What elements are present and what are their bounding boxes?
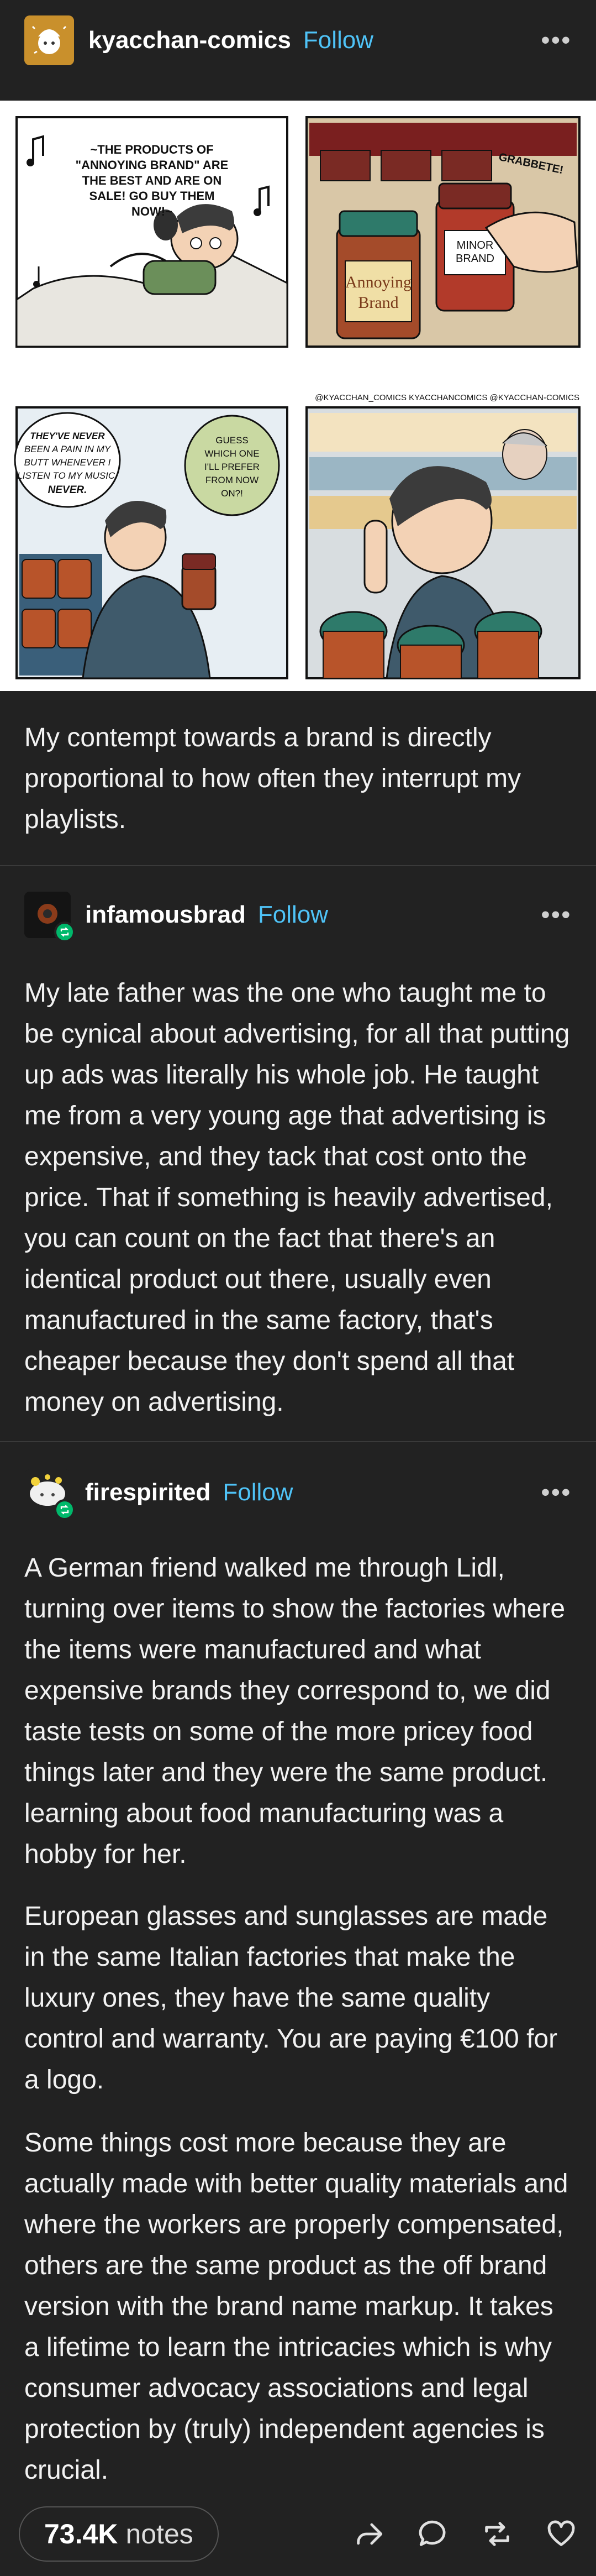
post-body-infamousbrad: My late father was the one who taught me… [24, 978, 570, 1417]
post-header-kyacchan: kyacchan-comics Follow ••• [0, 0, 596, 80]
avatar-firespirited-wrap[interactable] [24, 1469, 75, 1520]
panel1-caption-line4: SALE! GO BUY THEM [89, 189, 215, 203]
divider-1 [0, 865, 596, 866]
post-footer: 73.4K notes [0, 2491, 596, 2576]
post-actions [353, 2518, 577, 2550]
post-body-firespirited-p1: A German friend walked me through Lidl, … [24, 1553, 566, 1869]
panel3-bubble1-line1: THEY'VE NEVER [30, 431, 105, 441]
panel3-bubble1-line2: BEEN A PAIN IN MY [24, 444, 112, 454]
post-body-firespirited-p2: European glasses and sunglasses are made… [24, 1902, 558, 2095]
comic-image[interactable]: ~THE PRODUCTS OF "ANNOYING BRAND" ARE TH… [0, 101, 596, 691]
panel3-bubble1-line4: LISTEN TO MY MUSIC. [17, 470, 118, 481]
post-header-infamousbrad: infamousbrad Follow ••• [0, 876, 596, 954]
panel3-bubble2-line1: GUESS [215, 435, 249, 446]
comic-art: ~THE PRODUCTS OF "ANNOYING BRAND" ARE TH… [0, 101, 596, 691]
panel1-caption-line3: THE BEST AND ARE ON [82, 174, 222, 187]
panel2-minor-label-line2: BRAND [456, 253, 494, 265]
more-options-icon[interactable]: ••• [541, 28, 572, 53]
reblog-badge-icon [54, 1499, 75, 1520]
panel1-caption-line1: ~THE PRODUCTS OF [90, 143, 213, 156]
panel3-bubble2-line3: I'LL PREFER [204, 462, 260, 472]
follow-button-infamousbrad[interactable]: Follow [258, 901, 328, 929]
more-options-icon[interactable]: ••• [541, 903, 572, 927]
panel3-bubble2-line4: FROM NOW [205, 475, 259, 485]
follow-button-kyacchan[interactable]: Follow [303, 27, 373, 54]
panel1-caption-line5: NOW!~ [131, 205, 172, 218]
username-kyacchan[interactable]: kyacchan-comics [88, 27, 291, 54]
comic-credits: @KYACCHAN_COMICS KYACCHANCOMICS @KYACCHA… [315, 393, 579, 402]
notes-button[interactable]: 73.4K notes [19, 2506, 219, 2562]
panel3-bubble1-line3: BUTT WHENEVER I [24, 457, 111, 468]
avatar-kyacchan[interactable] [24, 15, 74, 65]
reply-icon[interactable] [417, 2518, 449, 2550]
post-header-firespirited: firespirited Follow ••• [0, 1454, 596, 1531]
post-body-kyacchan: My contempt towards a brand is directly … [24, 723, 521, 834]
panel3-bubble2-line2: WHICH ONE [204, 448, 259, 459]
notes-label: notes [125, 2518, 193, 2549]
avatar-kyacchan-art [24, 15, 74, 65]
comic-panel-4 [305, 406, 581, 679]
reblog-icon[interactable] [481, 2518, 513, 2550]
panel2-annoying-label-line1: Annoying [345, 273, 412, 291]
panel3-bubble2-line5: ON?! [221, 488, 243, 499]
panel3-bubble1-line5: NEVER. [48, 484, 87, 496]
avatar-infamousbrad-wrap[interactable] [24, 892, 75, 943]
username-firespirited[interactable]: firespirited [85, 1479, 210, 1506]
panel1-caption-line2: "ANNOYING BRAND" ARE [76, 158, 229, 172]
post-body-firespirited-p3: Some things cost more because they are a… [24, 2128, 568, 2485]
notes-count: 73.4K [44, 2518, 118, 2549]
follow-button-firespirited[interactable]: Follow [223, 1479, 293, 1506]
more-options-icon[interactable]: ••• [541, 1480, 572, 1505]
comic-panel-2 [305, 116, 581, 348]
share-icon[interactable] [353, 2518, 385, 2550]
panel2-annoying-label-line2: Brand [358, 294, 398, 312]
like-icon[interactable] [545, 2518, 577, 2550]
username-infamousbrad[interactable]: infamousbrad [85, 901, 246, 929]
panel2-minor-label-line1: MINOR [457, 239, 494, 252]
reblog-badge-icon [54, 922, 75, 943]
divider-2 [0, 1441, 596, 1442]
